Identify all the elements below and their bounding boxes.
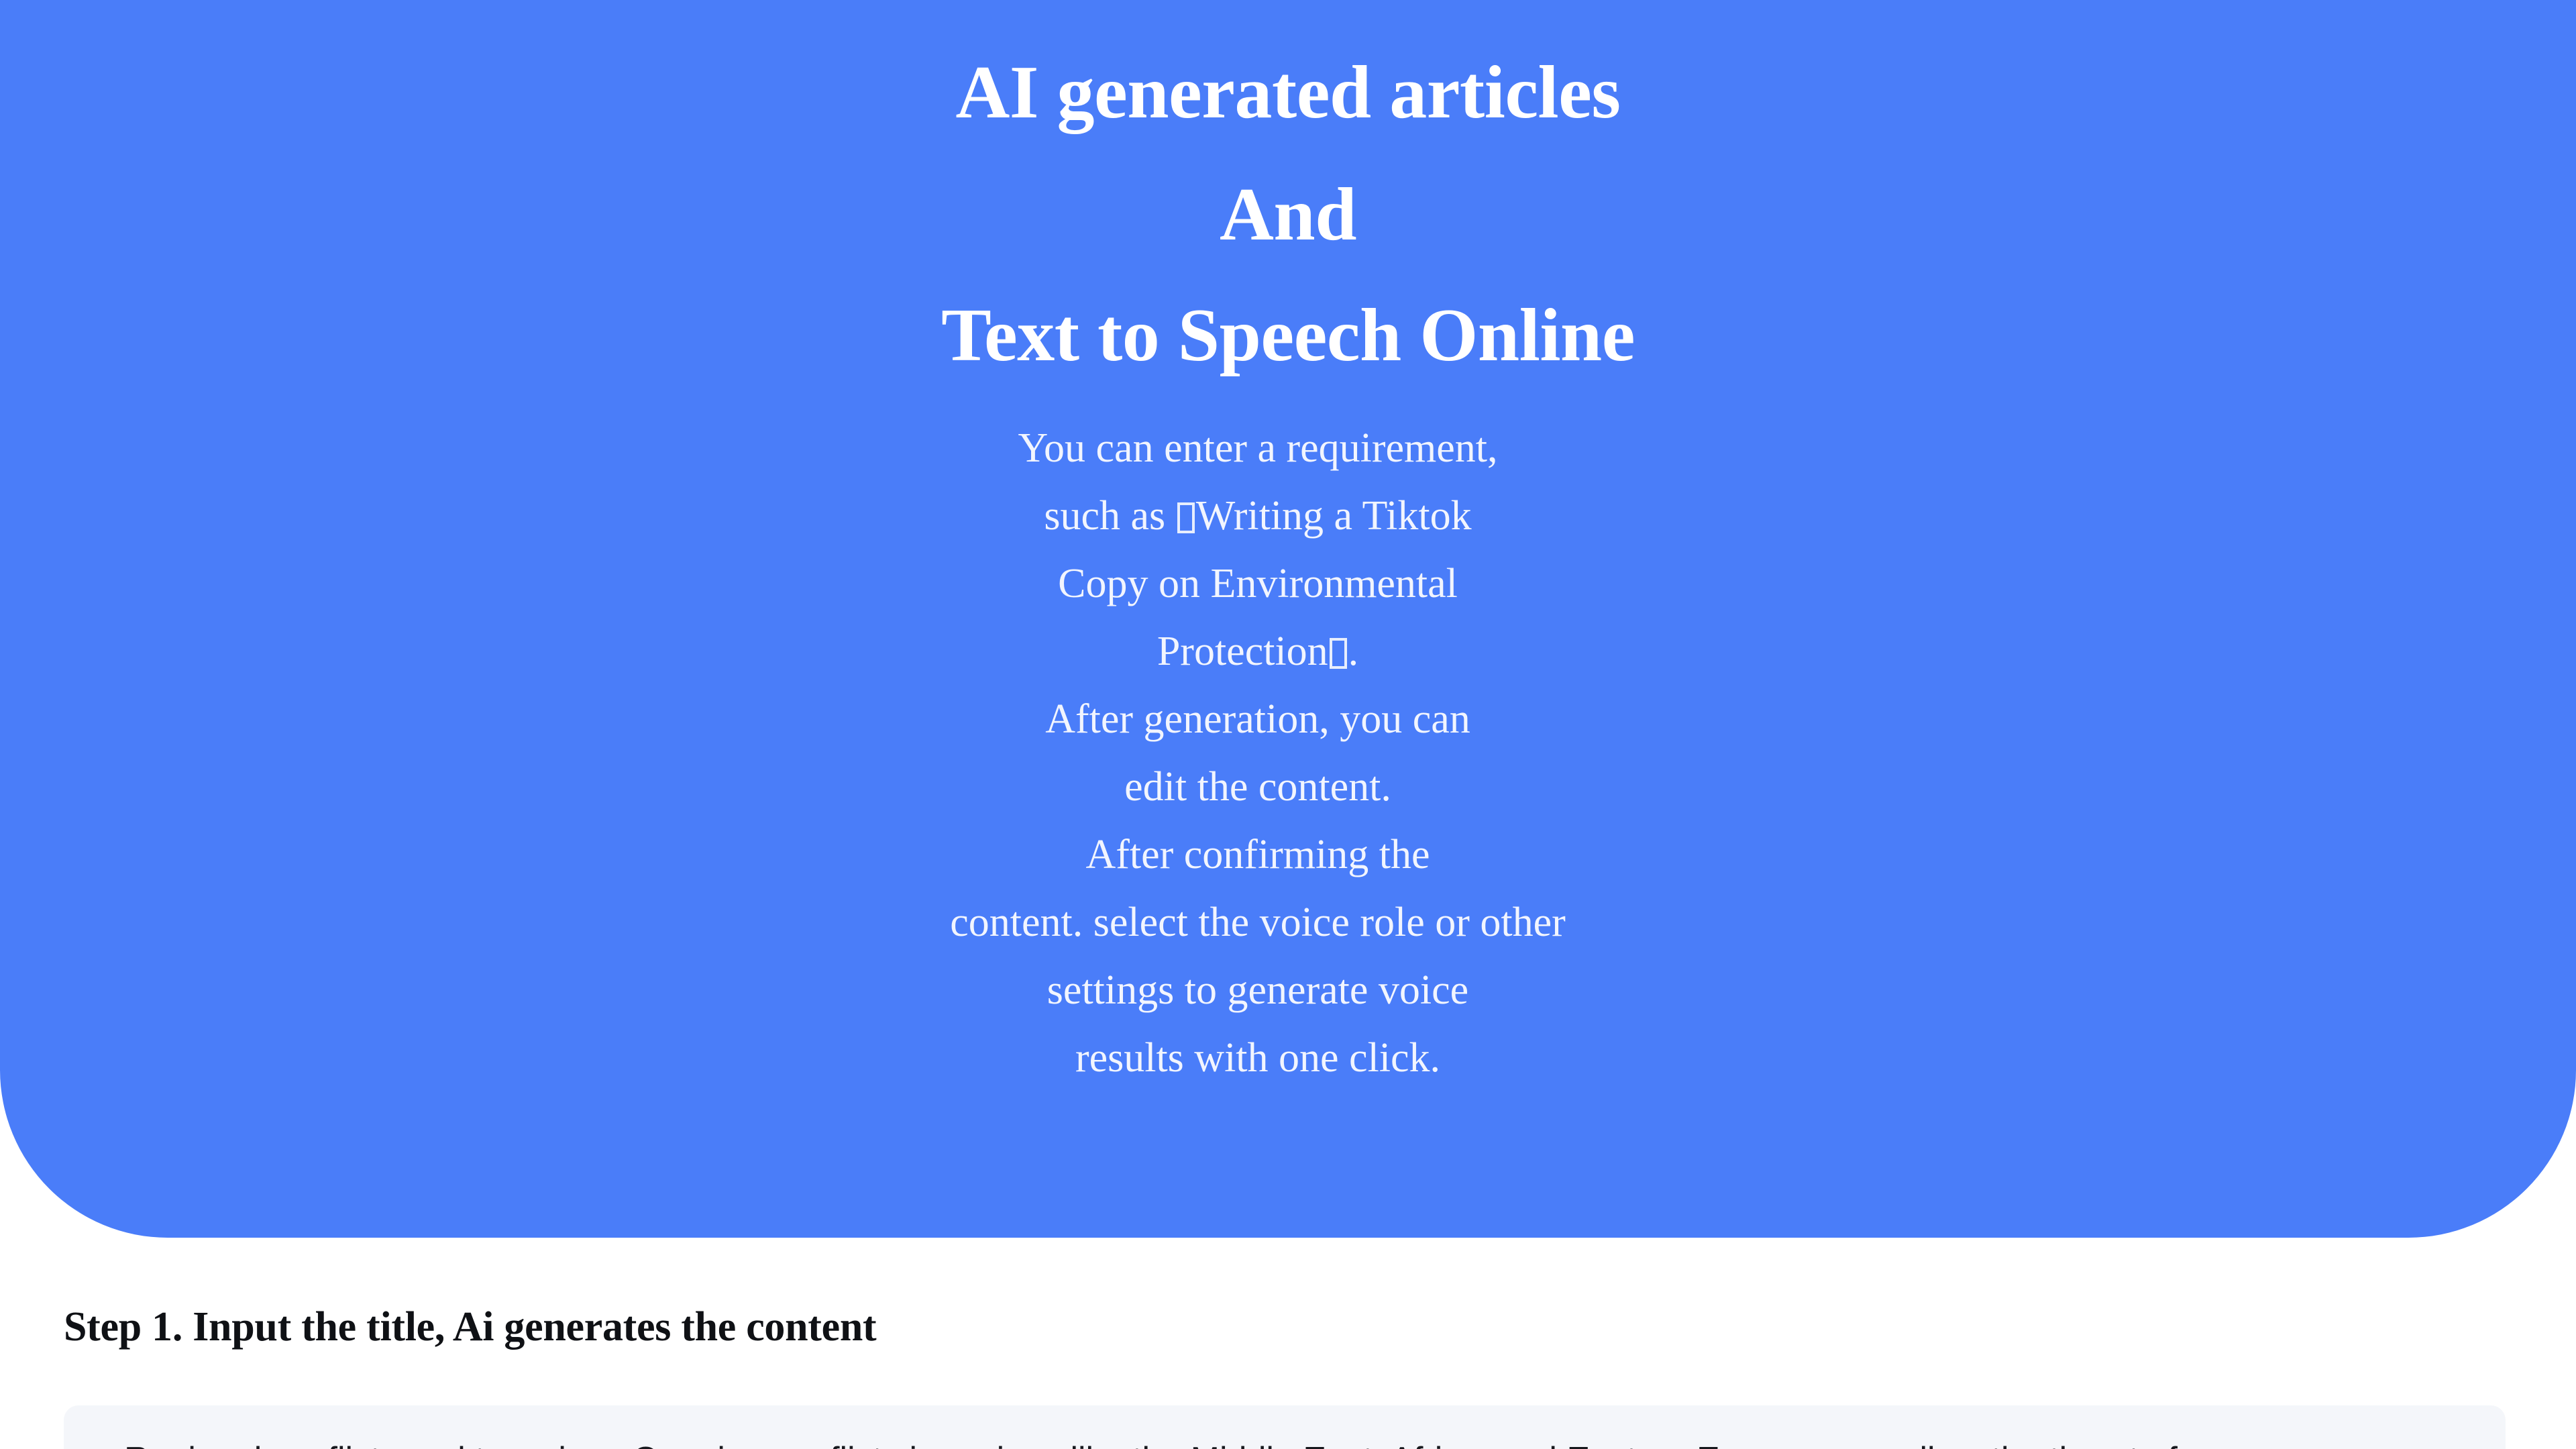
hero-description-line-text: such as [1044,493,1176,539]
step-1-heading: Step 1. Input the title, Ai generates th… [64,1304,877,1350]
hero-title-line-2: And [1220,173,1356,256]
hero-description-line: After generation, you can [1045,696,1470,742]
hero-description-line: edit the content. [1124,764,1391,810]
hero-description-line: results with one click. [1075,1035,1441,1081]
hero-title-line-3: Text to Speech Online [941,294,1635,377]
hero-description-line: After confirming the [1085,832,1430,877]
hero-description-line: settings to generate voice [1046,967,1469,1013]
hero-title-block: AI generated articles And Text to Speech… [0,0,2576,373]
hero-description-line-text: Protection [1157,629,1328,674]
hero-description-line: You can enter a requirement, [1018,425,1498,471]
hero-banner: AI generated articles And Text to Speech… [0,0,2576,1238]
page-root: AI generated articles And Text to Speech… [0,0,2576,1449]
hero-description-line-text: Writing a Tiktok [1195,493,1472,539]
step-1-content-card[interactable]: Regional conflicts and terrorism: Ongoin… [64,1405,2506,1449]
hero-description-line: Copy on Environmental [1058,561,1458,606]
hero-description: You can enter a requirement, such as Wri… [841,415,1676,1092]
step-1-content-text: Regional conflicts and terrorism: Ongoin… [124,1431,2459,1449]
hero-title-line-1: AI generated articles [955,51,1621,134]
hero-description-line: such as Writing a Tiktok [841,482,1676,550]
hero-description-line: Protection. [841,618,1676,686]
hero-description-line: content. select the voice role or other [950,900,1566,945]
missing-glyph-icon [1177,502,1195,533]
hero-description-line-text: . [1348,629,1359,674]
missing-glyph-icon [1329,638,1347,669]
